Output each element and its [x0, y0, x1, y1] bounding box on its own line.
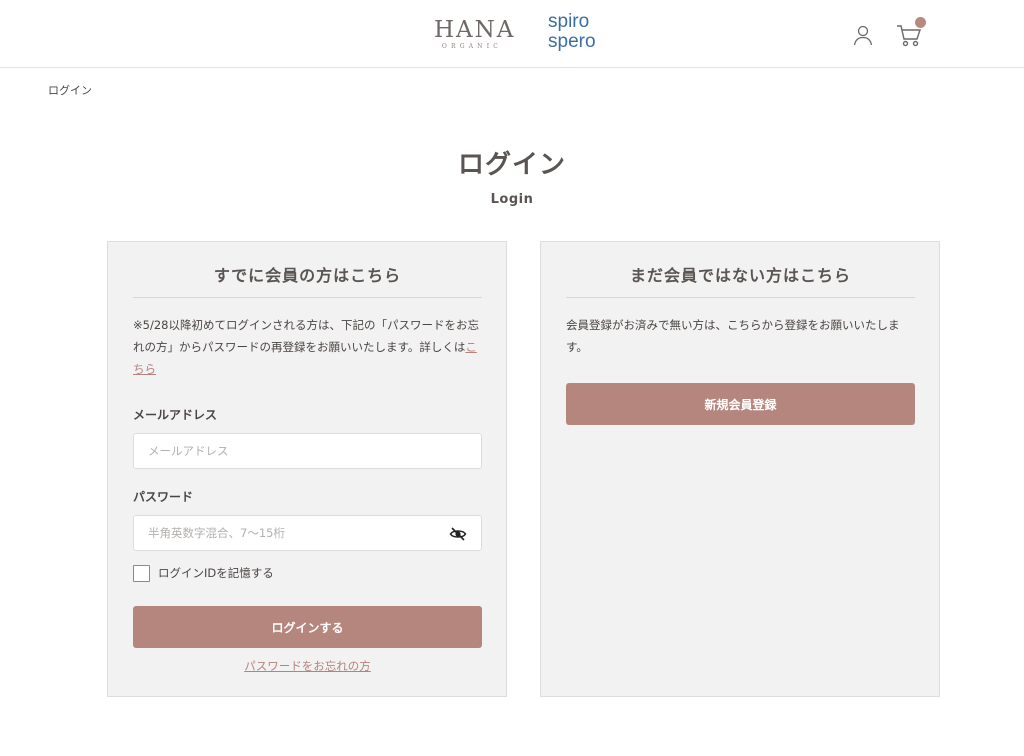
- remember-label: ログインIDを記憶する: [158, 566, 274, 580]
- hana-logo-text: HANA: [434, 17, 516, 43]
- spiro-logo-line2: spero: [548, 31, 596, 52]
- spiro-logo-line1: spiro: [548, 11, 590, 32]
- password-field-wrapper: [133, 515, 482, 551]
- password-input[interactable]: [134, 516, 481, 550]
- password-label: パスワード: [133, 490, 194, 504]
- hana-logo-subtext: ORGANIC: [441, 43, 503, 50]
- user-icon[interactable]: [852, 24, 874, 46]
- register-button[interactable]: 新規会員登録: [566, 383, 915, 425]
- remember-checkbox[interactable]: [133, 564, 150, 582]
- cart-badge: [915, 17, 926, 28]
- page-title: ログイン: [457, 150, 566, 180]
- email-label: メールアドレス: [133, 408, 218, 422]
- new-member-panel-heading: まだ会員ではない方はこちら: [566, 262, 915, 298]
- password-reset-notice: ※5/28以降初めてログインされる方は、下記の「パスワードをお忘れの方」からパス…: [133, 314, 485, 380]
- email-field-wrapper: [133, 433, 482, 469]
- new-member-panel: まだ会員ではない方はこちら 会員登録がお済みで無い方は、こちらから登録をお願いい…: [540, 241, 940, 697]
- member-panel-heading: すでに会員の方はこちら: [133, 262, 482, 298]
- login-button[interactable]: ログインする: [133, 606, 482, 648]
- breadcrumb: ログイン: [48, 84, 92, 97]
- email-input[interactable]: [134, 434, 481, 468]
- eye-slash-icon[interactable]: [449, 525, 467, 543]
- member-login-panel: すでに会員の方はこちら ※5/28以降初めてログインされる方は、下記の「パスワー…: [107, 241, 507, 697]
- remember-login-row[interactable]: ログインIDを記憶する: [133, 564, 274, 582]
- spiro-spero-logo[interactable]: spiro spero: [548, 12, 608, 52]
- register-notice: 会員登録がお済みで無い方は、こちらから登録をお願いいたします。: [566, 318, 900, 354]
- forgot-password-link[interactable]: パスワードをお忘れの方: [133, 658, 482, 674]
- hana-organic-logo[interactable]: HANA ORGANIC: [434, 17, 516, 51]
- notice-text: ※5/28以降初めてログインされる方は、下記の「パスワードをお忘れの方」からパス…: [133, 318, 479, 354]
- page-subtitle: Login: [490, 192, 534, 207]
- site-header: HANA ORGANIC spiro spero: [0, 0, 1024, 68]
